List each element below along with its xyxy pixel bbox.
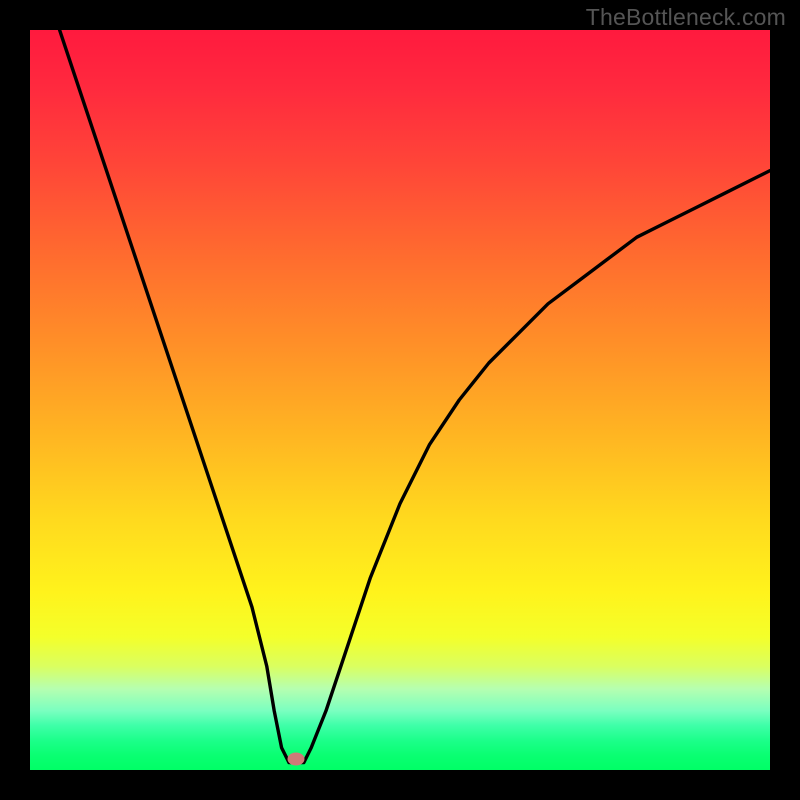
optimal-point-marker [288,752,305,765]
chart-frame: TheBottleneck.com [0,0,800,800]
bottleneck-curve [30,30,770,770]
plot-area [30,30,770,770]
watermark-text: TheBottleneck.com [586,4,786,31]
